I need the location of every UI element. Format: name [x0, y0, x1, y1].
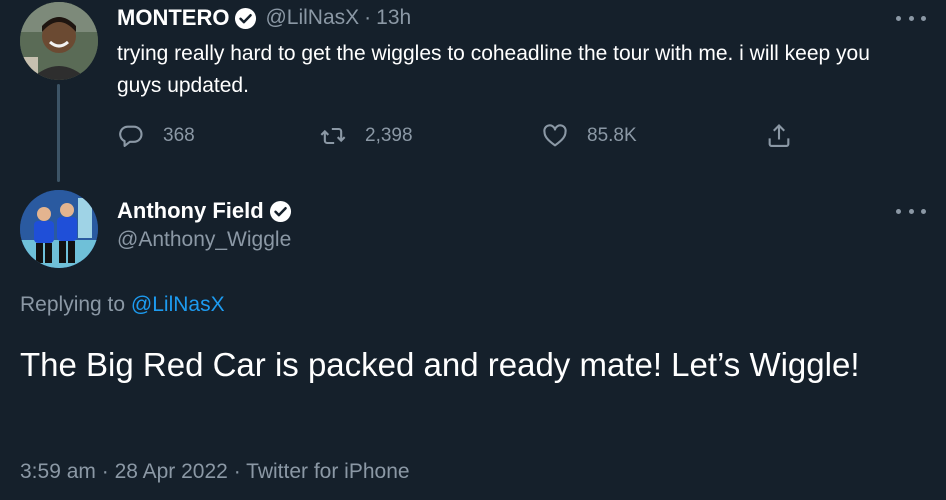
author-name[interactable]: MONTERO	[117, 5, 229, 31]
retweet-count: 2,398	[365, 125, 413, 146]
separator-dot: ·	[233, 460, 241, 483]
like-button[interactable]: 85.8K	[541, 118, 637, 154]
tweet1-header: MONTERO @LilNasX · 13h	[117, 4, 411, 32]
tweet-meta: 3:59 am · 28 Apr 2022 · Twitter for iPho…	[20, 460, 410, 484]
reply-button[interactable]: 368	[117, 118, 195, 154]
tweet-actions: 368 2,398 85.8K	[117, 118, 807, 154]
author-handle[interactable]: @LilNasX	[265, 6, 359, 30]
separator-dot: ·	[101, 460, 109, 483]
tweet-timestamp[interactable]: 3:59 am	[20, 460, 96, 483]
separator-dot: ·	[364, 6, 372, 29]
tweet-text: The Big Red Car is packed and ready mate…	[20, 346, 860, 383]
share-icon	[765, 122, 793, 150]
retweet-button[interactable]: 2,398	[319, 118, 413, 154]
tweet-date[interactable]: 28 Apr 2022	[115, 460, 228, 483]
author-handle[interactable]: @Anthony_Wiggle	[117, 228, 291, 252]
tweet-source[interactable]: Twitter for iPhone	[246, 460, 409, 483]
avatar-montero[interactable]	[20, 2, 98, 80]
share-button[interactable]	[765, 118, 793, 154]
tweet-time[interactable]: 13h	[376, 6, 411, 30]
heart-icon	[541, 122, 569, 150]
replying-to: Replying to @LilNasX	[20, 293, 225, 317]
replying-label: Replying to	[20, 293, 126, 316]
author-name[interactable]: Anthony Field	[117, 198, 264, 224]
more-icon[interactable]	[896, 204, 926, 218]
retweet-icon	[319, 122, 347, 150]
tweet-text: trying really hard to get the wiggles to…	[117, 42, 870, 97]
reply-count: 368	[163, 125, 195, 146]
thread-line	[57, 84, 60, 182]
more-icon[interactable]	[896, 11, 926, 25]
tweet-thread: MONTERO @LilNasX · 13h trying really har…	[0, 0, 946, 500]
verified-badge-icon	[234, 7, 257, 30]
tweet2-header: Anthony Field	[117, 196, 292, 226]
reply-icon	[117, 122, 145, 150]
verified-badge-icon	[269, 200, 292, 223]
avatar-anthony-field[interactable]	[20, 190, 98, 268]
replying-handle-link[interactable]: @LilNasX	[131, 293, 225, 316]
like-count: 85.8K	[587, 125, 637, 146]
